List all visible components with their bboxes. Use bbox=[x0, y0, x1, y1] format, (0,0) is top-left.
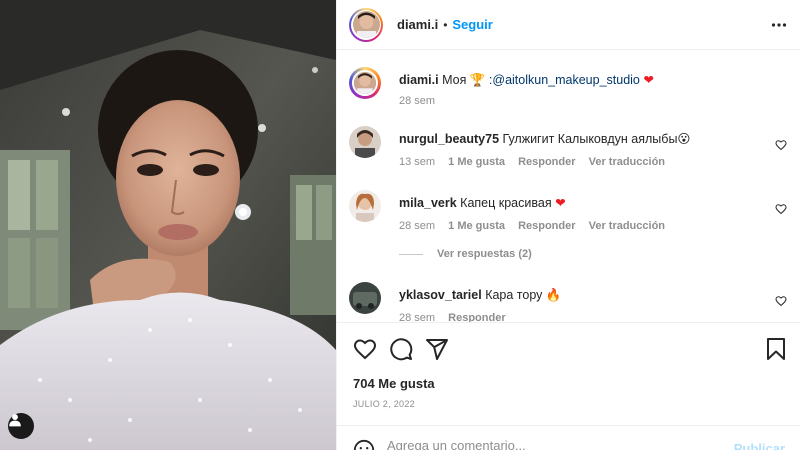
author-avatar[interactable] bbox=[349, 7, 383, 42]
comment-username[interactable]: mila_verk bbox=[399, 196, 457, 210]
comment-username[interactable]: yklasov_tariel bbox=[399, 288, 482, 302]
comment-meta: 28 sem 1 Me gusta Responder Ver traducci… bbox=[399, 220, 675, 232]
translate-button[interactable]: Ver traducción bbox=[589, 156, 665, 168]
comment-time[interactable]: 28 sem bbox=[399, 312, 435, 322]
heart-emoji: ❤ bbox=[643, 73, 654, 87]
caption-mention[interactable]: :@aitolkun_makeup_studio bbox=[489, 73, 640, 87]
user-tag-button[interactable] bbox=[8, 413, 34, 439]
heart-emoji: ❤ bbox=[555, 196, 566, 210]
action-bar bbox=[337, 322, 800, 374]
replies-divider bbox=[399, 253, 423, 255]
view-replies-button[interactable]: Ver respuestas (2) bbox=[399, 248, 532, 260]
comment-likes[interactable]: 1 Me gusta bbox=[448, 220, 505, 232]
header-separator: • bbox=[443, 17, 448, 32]
add-comment-input[interactable] bbox=[387, 438, 707, 450]
caption-meta: 28 sem bbox=[399, 95, 445, 107]
comment-time[interactable]: 13 sem bbox=[399, 156, 435, 168]
likes-count[interactable]: 704 Me gusta bbox=[353, 376, 435, 391]
caption-body: Моя bbox=[442, 73, 467, 87]
avatar-image bbox=[349, 282, 381, 314]
author-username[interactable]: diami.i bbox=[397, 17, 438, 32]
comment-body: Капец красивая bbox=[460, 196, 552, 210]
post-header: diami.i • Seguir bbox=[337, 0, 800, 50]
avatar-image bbox=[349, 126, 381, 158]
post-photo[interactable] bbox=[0, 0, 336, 450]
reply-button[interactable]: Responder bbox=[518, 220, 575, 232]
comment-body: Гулжигит Калыковдун аялыбы😮 bbox=[502, 132, 691, 146]
comment-icon[interactable] bbox=[389, 337, 413, 361]
portrait-photo bbox=[0, 0, 336, 450]
trophy-emoji: 🏆 bbox=[469, 73, 486, 87]
more-options-icon[interactable] bbox=[771, 17, 787, 33]
avatar-image bbox=[352, 70, 378, 96]
bookmark-icon[interactable] bbox=[765, 337, 787, 361]
follow-button[interactable]: Seguir bbox=[452, 17, 492, 32]
comment-likes[interactable]: 1 Me gusta bbox=[448, 156, 505, 168]
post-date[interactable]: JULIO 2, 2022 bbox=[353, 399, 415, 409]
reply-button[interactable]: Responder bbox=[448, 312, 505, 322]
share-icon[interactable] bbox=[425, 337, 449, 361]
heart-icon[interactable] bbox=[775, 139, 787, 151]
comment-meta: 13 sem 1 Me gusta Responder Ver traducci… bbox=[399, 156, 675, 168]
comment-text: yklasov_tariel Кара тору 🔥 bbox=[399, 287, 561, 303]
comment-time[interactable]: 28 sem bbox=[399, 220, 435, 232]
heart-icon[interactable] bbox=[353, 337, 377, 361]
comment-text: mila_verk Капец красивая ❤ bbox=[399, 195, 566, 211]
comment-row: mila_verk Капец красивая ❤ 28 sem 1 Me g… bbox=[349, 190, 789, 238]
user-tag-icon bbox=[9, 414, 21, 427]
comment-meta: 28 sem Responder bbox=[399, 312, 516, 322]
avatar-image bbox=[349, 190, 381, 222]
caption-avatar[interactable] bbox=[349, 67, 381, 99]
publish-button[interactable]: Publicar bbox=[734, 441, 785, 450]
emoji-icon[interactable] bbox=[353, 439, 375, 450]
comment-row: nurgul_beauty75 Гулжигит Калыковдун аялы… bbox=[349, 126, 789, 174]
comment-avatar[interactable] bbox=[349, 282, 381, 314]
reply-button[interactable]: Responder bbox=[518, 156, 575, 168]
post-modal: diami.i • Seguir diami.i Моя 🏆:@aitolku… bbox=[0, 0, 800, 450]
heart-icon[interactable] bbox=[775, 295, 787, 307]
add-comment-bar: Publicar bbox=[337, 425, 800, 450]
heart-icon[interactable] bbox=[775, 203, 787, 215]
caption-row: diami.i Моя 🏆 :@aitolkun_makeup_studio ❤… bbox=[349, 67, 789, 107]
comment-username[interactable]: nurgul_beauty75 bbox=[399, 132, 499, 146]
caption-username[interactable]: diami.i bbox=[399, 73, 439, 87]
fire-emoji: 🔥 bbox=[545, 288, 562, 302]
caption-time[interactable]: 28 sem bbox=[399, 95, 435, 107]
translate-button[interactable]: Ver traducción bbox=[589, 220, 665, 232]
comment-body: Кара тору bbox=[485, 288, 543, 302]
post-side-panel: diami.i • Seguir diami.i Моя 🏆:@aitolku… bbox=[336, 0, 800, 450]
caption-text: diami.i Моя 🏆 :@aitolkun_makeup_studio ❤ bbox=[399, 72, 654, 88]
comment-avatar[interactable] bbox=[349, 126, 381, 158]
comments-list[interactable]: diami.i Моя 🏆 :@aitolkun_makeup_studio ❤… bbox=[337, 52, 800, 322]
comment-row: yklasov_tariel Кара тору 🔥 28 sem Respon… bbox=[349, 282, 789, 322]
comment-avatar[interactable] bbox=[349, 190, 381, 222]
comment-text: nurgul_beauty75 Гулжигит Калыковдун аялы… bbox=[399, 131, 690, 147]
view-replies-label: Ver respuestas (2) bbox=[437, 248, 532, 260]
avatar-image bbox=[352, 11, 380, 38]
